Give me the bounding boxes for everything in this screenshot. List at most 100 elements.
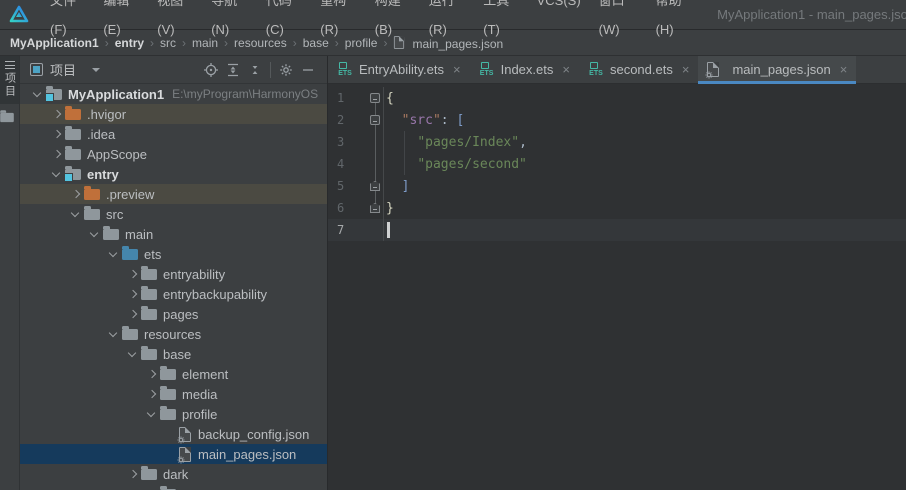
fold-marker-icon[interactable] xyxy=(370,93,380,103)
fold-line xyxy=(375,153,376,175)
chevron-right-icon[interactable] xyxy=(144,386,160,402)
tree-item-media[interactable]: media xyxy=(20,384,327,404)
menu-item-w[interactable]: 窗口(W) xyxy=(590,0,647,44)
tree-item-label: src xyxy=(106,206,124,222)
tree-item-path: E:\myProgram\HarmonyOS xyxy=(172,87,319,101)
fold-column xyxy=(368,87,384,109)
chevron-down-icon[interactable] xyxy=(87,226,103,242)
hide-panel-button[interactable] xyxy=(297,59,319,81)
tree-item-profile[interactable]: profile xyxy=(20,404,327,424)
tree-item-entryability[interactable]: entryability xyxy=(20,264,327,284)
line-number: 1 xyxy=(337,91,345,105)
chevron-right-icon[interactable] xyxy=(125,266,141,282)
project-panel-title: 项目 xyxy=(50,63,77,78)
code-editor[interactable]: 1{2 " src ": [3 "pages/Index", 4 "pages/sec… xyxy=(328,84,906,490)
chevron-down-icon[interactable] xyxy=(49,166,65,182)
breadcrumb-item-myapplication1[interactable]: MyApplication1 xyxy=(10,36,99,50)
close-icon[interactable]: × xyxy=(453,62,461,77)
tree-item-dark[interactable]: dark xyxy=(20,464,327,484)
close-icon[interactable]: × xyxy=(562,62,570,77)
tree-item-preview[interactable]: .preview xyxy=(20,184,327,204)
code-text: "pages/Index", xyxy=(417,134,527,150)
json-file-icon xyxy=(177,426,191,443)
close-icon[interactable]: × xyxy=(840,62,848,77)
chevron-right-icon[interactable] xyxy=(68,186,84,202)
chevron-right-icon[interactable] xyxy=(125,286,141,302)
project-view-selector-icon[interactable] xyxy=(30,63,43,76)
tree-item-base[interactable]: base xyxy=(20,344,327,364)
fold-marker-icon[interactable] xyxy=(370,115,380,125)
breadcrumb-item-resources[interactable]: resources xyxy=(234,36,287,50)
deveco-studio-logo-icon xyxy=(9,5,29,22)
breadcrumb-item-main-pages-json[interactable]: main_pages.json xyxy=(393,35,503,51)
chevron-down-icon[interactable] xyxy=(68,206,84,222)
breadcrumb-item-main[interactable]: main xyxy=(192,36,218,50)
tree-item-entrybackupability[interactable]: entrybackupability xyxy=(20,284,327,304)
tree-item-idea[interactable]: .idea xyxy=(20,124,327,144)
tab-entryability-ets[interactable]: ETS EntryAbility.ets × xyxy=(328,56,470,83)
chevron-right-icon[interactable] xyxy=(125,466,141,482)
code-text: ] xyxy=(401,178,410,194)
module-folder-icon xyxy=(45,85,62,102)
tree-item-main-pages-json[interactable]: main_pages.json xyxy=(20,444,327,464)
chevron-right-icon[interactable] xyxy=(49,106,65,122)
tab-index-ets[interactable]: ETS Index.ets × xyxy=(470,56,579,83)
breadcrumb-item-base[interactable]: base xyxy=(303,36,329,50)
chevron-down-icon[interactable] xyxy=(125,346,141,362)
expand-all-button[interactable] xyxy=(222,59,244,81)
tree-item-main[interactable]: main xyxy=(20,224,327,244)
tree-item-partial[interactable] xyxy=(20,484,327,490)
chevron-right-icon[interactable] xyxy=(125,306,141,322)
stripe-tab-project[interactable]: 项目 xyxy=(0,56,19,104)
breadcrumb-item-entry[interactable]: entry xyxy=(115,36,144,50)
chevron-right-icon[interactable] xyxy=(49,126,65,142)
fold-column xyxy=(368,153,384,175)
folder-icon xyxy=(160,365,176,380)
fold-marker-icon[interactable] xyxy=(370,181,380,191)
folder-icon xyxy=(141,305,157,320)
menu-item-h[interactable]: 帮助(H) xyxy=(647,0,702,44)
tab-main-pages-json[interactable]: main_pages.json × xyxy=(698,56,857,84)
breadcrumb-item-profile[interactable]: profile xyxy=(345,36,378,50)
code-line-6: 6} xyxy=(328,197,906,219)
collapse-all-button[interactable] xyxy=(244,59,266,81)
tree-item-pages[interactable]: pages xyxy=(20,304,327,324)
tree-item-hvigor[interactable]: .hvigor xyxy=(20,104,327,124)
tab-second-ets[interactable]: ETS second.ets × xyxy=(579,56,698,83)
breadcrumb-item-src[interactable]: src xyxy=(160,36,176,50)
code-line-2: 2 " src ": [ xyxy=(328,109,906,131)
project-files-icon[interactable] xyxy=(0,110,14,123)
tree-item-backup-config-json[interactable]: backup_config.json xyxy=(20,424,327,444)
chevron-down-icon[interactable] xyxy=(144,406,160,422)
stripe-tab-label: 项目 xyxy=(3,72,16,98)
tree-item-label: element xyxy=(182,366,229,382)
locate-file-button[interactable] xyxy=(200,59,222,81)
fold-marker-icon[interactable] xyxy=(370,203,380,213)
chevron-down-icon[interactable] xyxy=(92,67,101,72)
ets-file-icon: ETS xyxy=(479,61,495,78)
chevron-down-icon[interactable] xyxy=(106,326,122,342)
tree-item-label: media xyxy=(182,386,218,402)
chevron-right-icon[interactable] xyxy=(144,366,160,382)
tree-item-entry[interactable]: entry xyxy=(20,164,327,184)
folder-icon xyxy=(122,325,138,340)
tree-item-myapplication1[interactable]: MyApplication1 E:\myProgram\HarmonyOS xyxy=(20,84,327,104)
fold-line xyxy=(375,131,376,153)
tree-item-src[interactable]: src xyxy=(20,204,327,224)
menu-item-vcs-s[interactable]: VCS(S) xyxy=(528,0,590,44)
chevron-right-icon[interactable] xyxy=(49,146,65,162)
breadcrumb-separator: › xyxy=(383,35,388,50)
tree-item-ets[interactable]: ets xyxy=(20,244,327,264)
chevron-down-icon[interactable] xyxy=(30,86,46,102)
editor: ETS EntryAbility.ets × ETS Index.ets × ETS seco… xyxy=(328,56,906,490)
tree-item-label: base xyxy=(163,346,192,362)
chevron-down-icon[interactable] xyxy=(106,246,122,262)
window-title: MyApplication1 - main_pages.json [e xyxy=(717,7,906,22)
tree-item-resources[interactable]: resources xyxy=(20,324,327,344)
close-icon[interactable]: × xyxy=(682,62,690,77)
tree-item-appscope[interactable]: AppScope xyxy=(20,144,327,164)
tree-item-element[interactable]: element xyxy=(20,364,327,384)
tab-label: second.ets xyxy=(609,62,673,77)
gear-icon[interactable] xyxy=(275,59,297,81)
ets-file-icon: ETS xyxy=(337,61,353,78)
